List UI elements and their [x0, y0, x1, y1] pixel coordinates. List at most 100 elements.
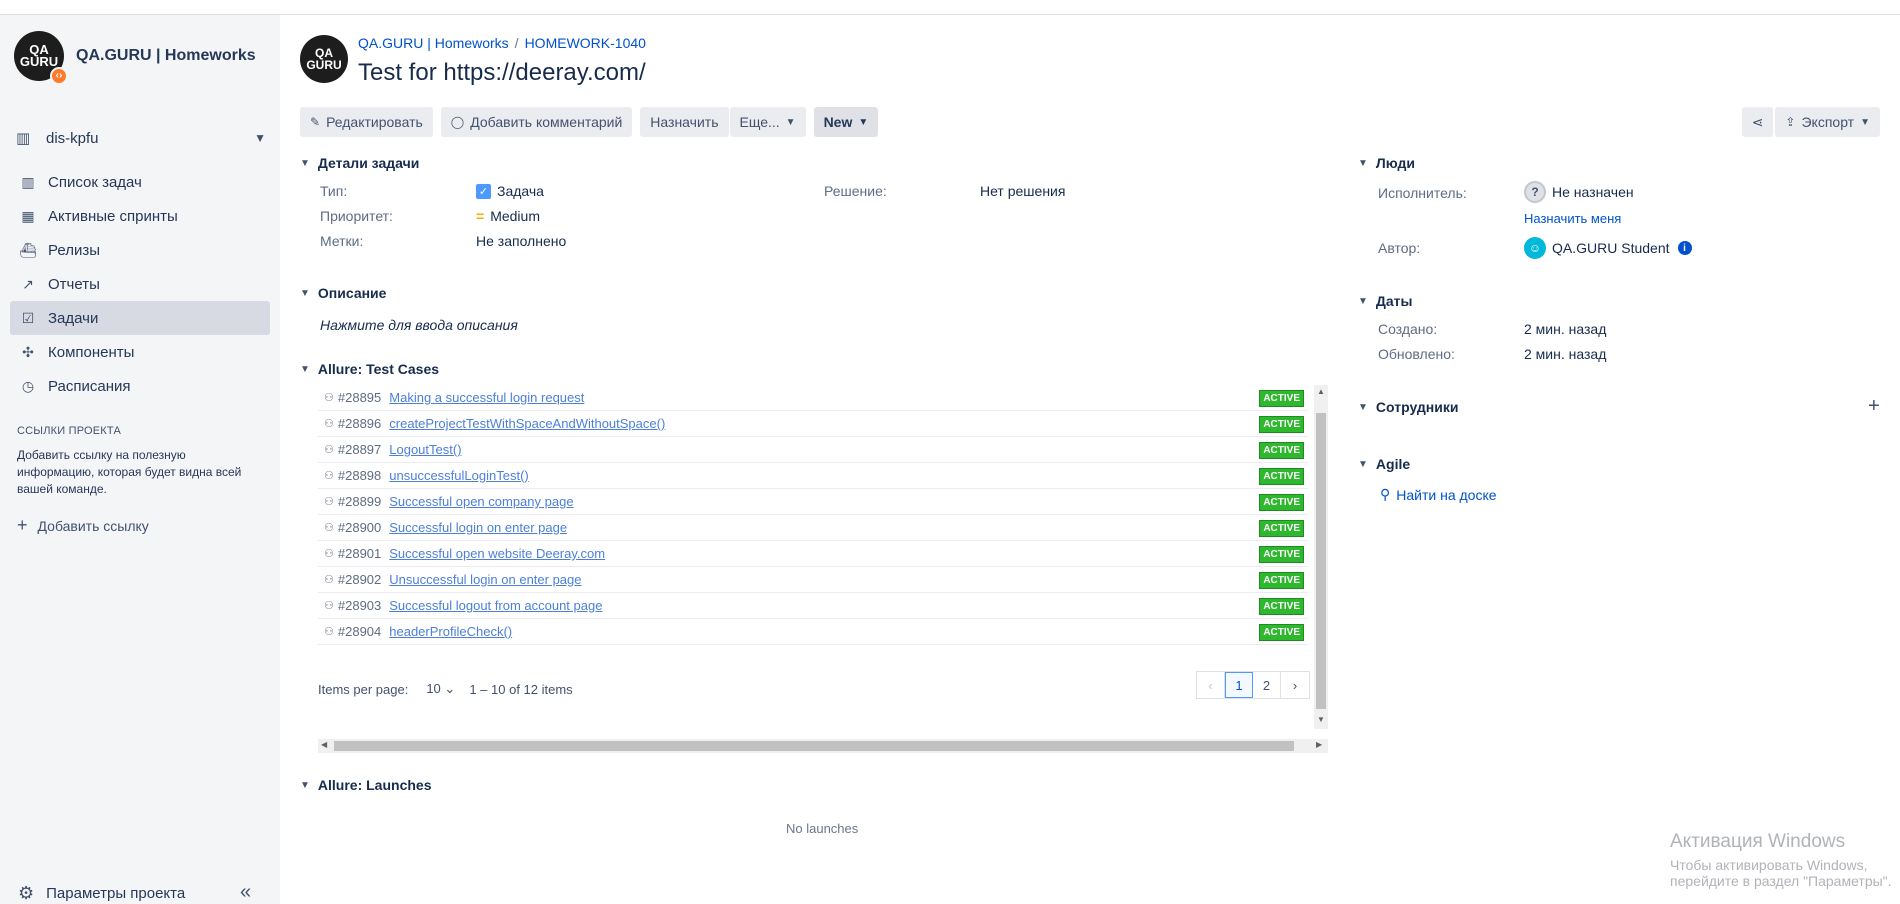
chevron-down-icon: ▼	[858, 116, 869, 128]
description-section-header[interactable]: ▼ Описание	[300, 285, 386, 301]
test-case-link[interactable]: Successful open website Deeray.com	[389, 546, 605, 561]
test-case-link[interactable]: Unsuccessful login on enter page	[389, 572, 581, 587]
list-item[interactable]: ⚇ #28901 Successful open website Deeray.co…	[318, 541, 1308, 567]
list-item[interactable]: ⚇ #28897 LogoutTest() ACTIVE	[318, 437, 1308, 463]
chevron-down-icon: ▼	[1358, 295, 1368, 307]
author-value[interactable]: ☺ QA.GURU Student i	[1524, 237, 1692, 259]
project-header[interactable]: QA GURU ‹› QA.GURU | Homeworks	[14, 31, 256, 85]
board-selector[interactable]: ▥ dis-kpfu ▼	[16, 125, 266, 151]
find-on-board-link[interactable]: ⚲ Найти на доске	[1380, 486, 1497, 503]
chevron-down-icon: ▼	[300, 363, 310, 375]
launches-title: Allure: Launches	[317, 777, 432, 793]
assignee-value[interactable]: ? Не назначен	[1524, 181, 1634, 203]
page-button-1[interactable]: 1	[1225, 672, 1253, 698]
test-cases-list: ⚇ #28895 Making a successful login request…	[318, 385, 1308, 645]
test-case-link[interactable]: Successful login on enter page	[389, 520, 567, 535]
sidebar-item-components[interactable]: ✣ Компоненты	[10, 335, 270, 369]
user-icon: ⚇	[324, 574, 334, 586]
sidebar-item-backlog[interactable]: ▥ Список задач	[10, 165, 270, 199]
project-logo-text: QA GURU	[19, 42, 59, 69]
pagination-info: Items per page: 10 ⌄ 1 – 10 of 12 items	[318, 681, 573, 697]
test-case-link[interactable]: Successful open company page	[389, 494, 573, 509]
test-case-id: #28897	[337, 442, 382, 457]
next-page-icon[interactable]: ›	[1281, 672, 1309, 698]
test-case-link[interactable]: Successful logout from account page	[389, 598, 602, 613]
edit-button[interactable]: ✎ Редактировать	[300, 107, 433, 137]
info-icon[interactable]: i	[1677, 241, 1692, 255]
test-case-link[interactable]: createProjectTestWithSpaceAndWithoutSpac…	[389, 416, 665, 431]
resolution-label: Решение:	[824, 183, 887, 199]
test-case-id: #28895	[337, 390, 382, 405]
list-item[interactable]: ⚇ #28900 Successful login on enter page ACT…	[318, 515, 1308, 541]
priority-value-text: Medium	[490, 208, 540, 224]
user-icon: ⚇	[324, 418, 334, 430]
employees-title: Сотрудники	[1375, 399, 1459, 415]
status-badge: ACTIVE	[1259, 546, 1304, 563]
list-item[interactable]: ⚇ #28895 Making a successful login request…	[318, 385, 1308, 411]
status-badge: ACTIVE	[1259, 390, 1304, 407]
list-item[interactable]: ⚇ #28902 Unsuccessful login on enter page A…	[318, 567, 1308, 593]
user-icon: ⚇	[324, 444, 334, 456]
export-button[interactable]: ⇪ Экспорт ▼	[1775, 107, 1880, 137]
breadcrumb-issue-link[interactable]: HOMEWORK-1040	[525, 35, 646, 51]
list-item[interactable]: ⚇ #28899 Successful open company page ACTIV…	[318, 489, 1308, 515]
employees-section-header[interactable]: ▼ Сотрудники	[1358, 399, 1458, 415]
labels-value[interactable]: Не заполнено	[476, 233, 566, 249]
sidebar-item-reports[interactable]: ↗ Отчеты	[10, 267, 270, 301]
no-launches-text: No launches	[786, 821, 859, 836]
status-badge: ACTIVE	[1259, 624, 1304, 641]
scrollbar-thumb[interactable]	[334, 741, 1294, 751]
share-button[interactable]: ⋖	[1741, 107, 1774, 137]
description-placeholder[interactable]: Нажмите для ввода описания	[320, 317, 518, 333]
list-item[interactable]: ⚇ #28903 Successful logout from account pa…	[318, 593, 1308, 619]
page-button-2[interactable]: 2	[1253, 672, 1281, 698]
find-on-board-label: Найти на доске	[1396, 486, 1497, 503]
people-section-header[interactable]: ▼ Люди	[1358, 155, 1415, 171]
vertical-scrollbar[interactable]: ▲ ▼	[1314, 385, 1328, 729]
assign-label: Назначить	[650, 114, 719, 130]
test-case-link[interactable]: LogoutTest()	[389, 442, 461, 457]
share-icon: ⋖	[1751, 113, 1764, 130]
type-value[interactable]: ✓ Задача	[476, 183, 544, 199]
test-case-link[interactable]: Making a successful login request	[389, 390, 584, 405]
sidebar-item-active-sprints[interactable]: ▦ Активные спринты	[10, 199, 270, 233]
backlog-icon: ▥	[21, 173, 35, 190]
test-cases-section-header[interactable]: ▼ Allure: Test Cases	[300, 361, 439, 377]
list-item[interactable]: ⚇ #28904 headerProfileCheck() ACTIVE	[318, 619, 1308, 645]
agile-section-header[interactable]: ▼ Agile	[1358, 456, 1410, 472]
list-item[interactable]: ⚇ #28896 createProjectTestWithSpaceAndWith…	[318, 411, 1308, 437]
sidebar-item-issues[interactable]: ☑ Задачи	[10, 301, 270, 335]
add-employee-icon[interactable]: +	[1868, 395, 1880, 418]
list-item[interactable]: ⚇ #28898 unsuccessfulLoginTest() ACTIVE	[318, 463, 1308, 489]
project-settings-link[interactable]: ⚙ Параметры проекта	[18, 883, 185, 904]
status-button[interactable]: New ▼	[813, 107, 879, 137]
prev-page-icon[interactable]: ‹	[1197, 672, 1225, 698]
add-link-button[interactable]: + Добавить ссылку	[17, 515, 149, 536]
assign-me-link[interactable]: Назначить меня	[1524, 211, 1621, 226]
sidebar-item-schedules[interactable]: ◷ Расписания	[10, 369, 270, 403]
created-label: Создано:	[1378, 321, 1438, 337]
test-case-link[interactable]: unsuccessfulLoginTest()	[389, 468, 528, 483]
scrollbar-thumb[interactable]	[1316, 413, 1326, 709]
scroll-left-icon[interactable]: ◀	[321, 740, 327, 749]
more-button[interactable]: Еще... ▼	[729, 107, 806, 137]
test-case-id: #28904	[337, 624, 382, 639]
sidebar-item-releases[interactable]: ⛴ Релизы	[10, 233, 270, 267]
breadcrumb-project-link[interactable]: QA.GURU | Homeworks	[358, 35, 509, 51]
details-section-header[interactable]: ▼ Детали задачи	[300, 155, 419, 171]
collapse-sidebar-icon[interactable]: «	[240, 881, 251, 904]
scroll-down-icon[interactable]: ▼	[1317, 715, 1325, 724]
priority-value[interactable]: = Medium	[476, 208, 540, 224]
assign-button[interactable]: Назначить	[640, 107, 729, 137]
dates-section-header[interactable]: ▼ Даты	[1358, 293, 1412, 309]
add-comment-button[interactable]: ◯ Добавить комментарий	[440, 107, 633, 137]
horizontal-scrollbar[interactable]: ◀ ▶	[318, 739, 1328, 753]
breadcrumb: QA.GURU | Homeworks / HOMEWORK-1040	[358, 35, 646, 51]
items-per-page-select[interactable]: 10 ⌄	[426, 681, 455, 697]
scroll-right-icon[interactable]: ▶	[1316, 740, 1322, 749]
launches-section-header[interactable]: ▼ Allure: Launches	[300, 777, 432, 793]
test-case-link[interactable]: headerProfileCheck()	[389, 624, 512, 639]
comment-icon: ◯	[450, 115, 465, 129]
scroll-up-icon[interactable]: ▲	[1317, 387, 1325, 396]
issue-title[interactable]: Test for https://deeray.com/	[358, 59, 646, 87]
